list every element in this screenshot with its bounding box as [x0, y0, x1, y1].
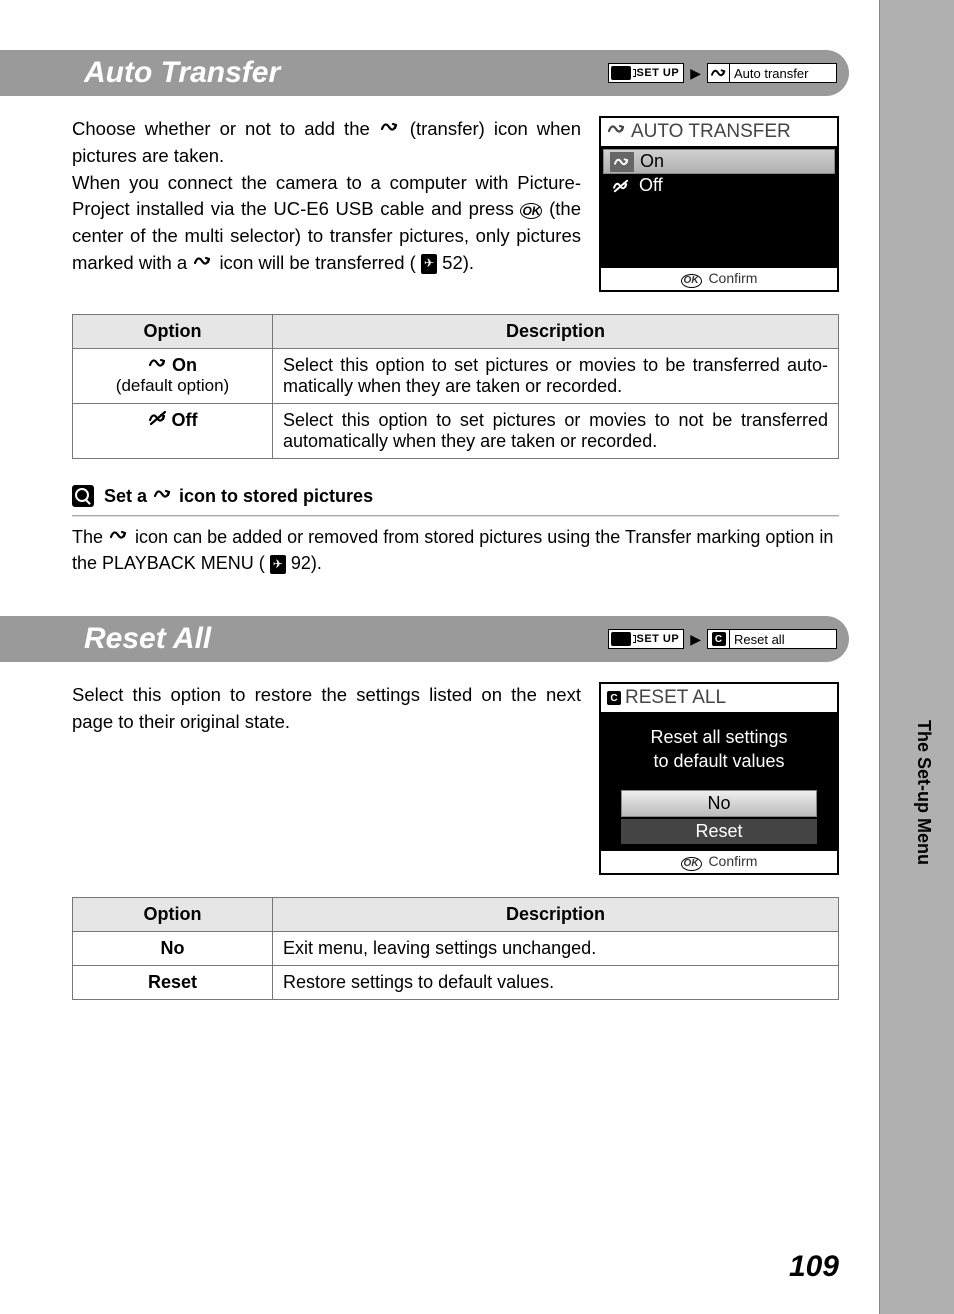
lcd-footer: OK Confirm — [601, 267, 837, 290]
option-description: Restore settings to default values. — [273, 965, 839, 999]
table-row: Off Select this option to set pictures o… — [73, 404, 839, 459]
page-ref-icon: ✈ — [421, 254, 437, 273]
lcd-confirm-label: Confirm — [708, 270, 757, 286]
breadcrumb-arrow-icon: ▶ — [690, 631, 701, 648]
option-description: Select this option to set pictures or mo… — [273, 349, 839, 404]
lcd-title-text: AUTO TRANSFER — [631, 121, 791, 143]
option-label: Reset — [148, 972, 197, 993]
table-row: No Exit menu, leaving settings unchanged… — [73, 931, 839, 965]
lcd-reset-all: C RESET ALL Reset all settings to defaul… — [599, 682, 839, 875]
th-description: Description — [273, 897, 839, 931]
table-row: On (default option) Select this option t… — [73, 349, 839, 404]
option-label: No — [161, 938, 185, 959]
option-label: Off — [172, 410, 198, 431]
option-label: On — [172, 355, 197, 376]
breadcrumb-reset-all: SET UP ▶ C Reset all — [608, 629, 837, 649]
transfer-icon — [148, 355, 168, 376]
no-transfer-icon — [609, 176, 633, 196]
text: icon to stored pictures — [179, 486, 373, 506]
ok-icon: OK — [681, 857, 702, 871]
ok-icon: OK — [681, 274, 702, 288]
lcd-option-label: On — [640, 151, 664, 172]
text: Reset all settings — [650, 727, 787, 747]
dialog-message: Reset all settings to default values — [605, 717, 833, 788]
dialog-option-no[interactable]: No — [621, 790, 817, 817]
section-bar-reset-all: Reset All SET UP ▶ C Reset all — [72, 616, 849, 662]
text: icon will be transferred ( — [219, 252, 415, 273]
breadcrumb-setup-label: SET UP — [636, 67, 679, 79]
transfer-icon — [607, 121, 627, 143]
breadcrumb-item-label: Reset all — [734, 632, 785, 647]
page-ref-icon: ✈ — [270, 555, 286, 574]
ok-icon: OK — [520, 203, 542, 219]
lcd-title-row: C RESET ALL — [601, 684, 837, 713]
no-transfer-icon — [148, 410, 168, 431]
reset-all-body: Select this option to restore the settin… — [72, 682, 581, 875]
breadcrumb-setup-badge: SET UP — [608, 63, 684, 83]
lcd-option-label: Off — [639, 175, 663, 196]
table-row: Reset Restore settings to default values… — [73, 965, 839, 999]
breadcrumb-item: Auto transfer — [707, 63, 837, 83]
text: icon can be added or removed from stored… — [72, 527, 833, 573]
text: When you connect the camera to a compute… — [72, 172, 581, 220]
lcd-option-off[interactable]: Off — [603, 174, 835, 197]
breadcrumb-item-label: Auto transfer — [734, 66, 808, 81]
table-header-row: Option Description — [73, 897, 839, 931]
auto-transfer-table: Option Description On (default option) S… — [72, 314, 839, 459]
lcd-auto-transfer: AUTO TRANSFER On Off OK Confirm — [599, 116, 839, 292]
page-number: 109 — [789, 1250, 839, 1284]
option-description: Exit menu, leaving settings unchanged. — [273, 931, 839, 965]
lcd-title-row: AUTO TRANSFER — [601, 118, 837, 147]
text: The — [72, 527, 108, 547]
transfer-icon — [708, 64, 730, 82]
transfer-icon — [379, 119, 401, 135]
lcd-footer: OK Confirm — [601, 850, 837, 873]
lcd-option-on[interactable]: On — [603, 149, 835, 174]
lcd-title-text: RESET ALL — [625, 687, 726, 709]
transfer-icon — [610, 152, 634, 172]
breadcrumb-setup-badge: SET UP — [608, 629, 684, 649]
table-header-row: Option Description — [73, 315, 839, 349]
breadcrumb-setup-label: SET UP — [636, 633, 679, 645]
section-bar-auto-transfer: Auto Transfer SET UP ▶ Auto transfer — [72, 50, 849, 96]
breadcrumb-item: C Reset all — [707, 629, 837, 649]
dialog-option-reset[interactable]: Reset — [621, 819, 817, 844]
note-body: The icon can be added or removed from st… — [72, 524, 839, 576]
transfer-icon — [152, 486, 174, 502]
section-title: Reset All — [84, 622, 211, 656]
side-tab-label: The Set-up Menu — [913, 720, 934, 865]
transfer-icon — [108, 527, 130, 543]
text: Set a — [104, 486, 152, 506]
reset-c-icon: C — [712, 632, 726, 646]
th-description: Description — [273, 315, 839, 349]
reset-c-icon: C — [607, 691, 621, 705]
reset-all-table: Option Description No Exit menu, leaving… — [72, 897, 839, 1000]
text: Choose whether or not to add the — [72, 118, 379, 139]
breadcrumb-arrow-icon: ▶ — [690, 65, 701, 82]
text: to default values — [653, 751, 784, 771]
lcd-confirm-label: Confirm — [708, 853, 757, 869]
note-icon — [72, 485, 94, 507]
note-heading: Set a icon to stored pictures — [72, 481, 839, 511]
th-option: Option — [73, 897, 273, 931]
option-description: Select this option to set pictures or mo… — [273, 404, 839, 459]
breadcrumb-auto-transfer: SET UP ▶ Auto transfer — [608, 63, 837, 83]
section-title: Auto Transfer — [84, 56, 280, 90]
transfer-icon — [192, 253, 214, 269]
auto-transfer-body: Choose whether or not to add the (transf… — [72, 116, 581, 292]
option-sublabel: (default option) — [83, 376, 262, 396]
text: 92). — [291, 553, 322, 573]
th-option: Option — [73, 315, 273, 349]
text: 52). — [442, 252, 474, 273]
